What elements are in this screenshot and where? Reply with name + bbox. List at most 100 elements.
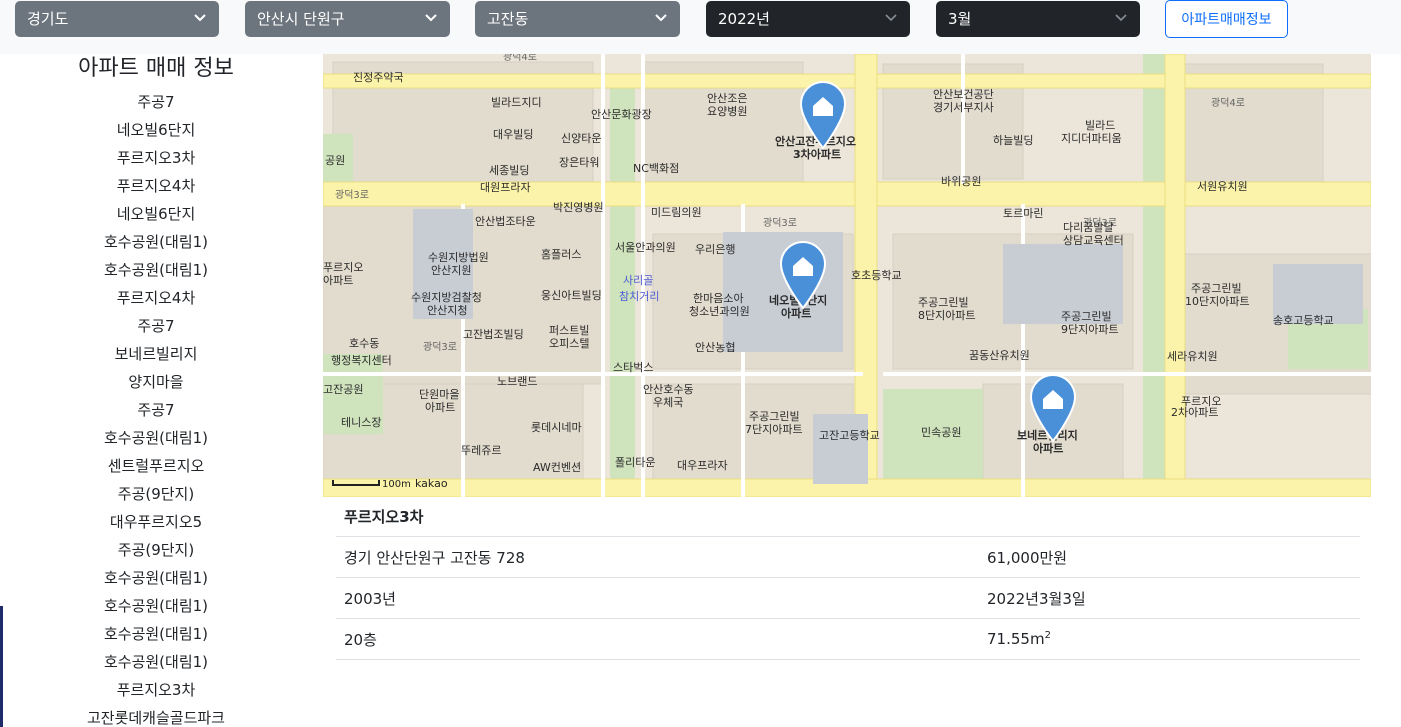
list-item[interactable]: 주공(9단지) xyxy=(0,539,312,567)
svg-text:빌라드지디: 빌라드지디 xyxy=(491,96,542,109)
svg-text:아파트: 아파트 xyxy=(781,306,811,320)
svg-text:한마음소아: 한마음소아 xyxy=(693,292,744,305)
month-select[interactable]: 3월 xyxy=(936,1,1140,37)
svg-text:꿈동산유치원: 꿈동산유치원 xyxy=(969,349,1030,362)
svg-text:송호고등학교: 송호고등학교 xyxy=(1273,314,1334,327)
svg-text:상담교육센터: 상담교육센터 xyxy=(1063,234,1124,247)
list-item[interactable]: 호수공원(대림1) xyxy=(0,595,312,623)
list-item[interactable]: 주공7 xyxy=(0,399,312,427)
svg-text:홈플러스: 홈플러스 xyxy=(541,247,581,261)
apartment-built-year: 2003년 xyxy=(344,589,396,608)
list-item[interactable]: 주공7 xyxy=(0,315,312,343)
svg-text:스타벅스: 스타벅스 xyxy=(613,361,653,374)
province-select[interactable]: 경기도 xyxy=(15,1,219,37)
svg-text:고잔공원: 고잔공원 xyxy=(323,383,363,396)
svg-text:아파트: 아파트 xyxy=(323,274,353,287)
svg-text:수원지방검찰청: 수원지방검찰청 xyxy=(411,291,482,304)
svg-text:테니스장: 테니스장 xyxy=(341,416,381,429)
list-item[interactable]: 센트럴푸르지오 xyxy=(0,455,312,483)
district-select-value: 안산시 단원구 xyxy=(257,10,345,28)
svg-text:행정복지센터: 행정복지센터 xyxy=(331,354,392,367)
chevron-down-icon xyxy=(194,14,206,22)
list-item[interactable]: 주공(9단지) xyxy=(0,483,312,511)
svg-text:지디더파티움: 지디더파티움 xyxy=(1061,132,1122,145)
svg-text:공원: 공원 xyxy=(325,154,345,167)
chevron-down-icon xyxy=(1115,14,1127,22)
svg-text:2차아파트: 2차아파트 xyxy=(1171,406,1218,419)
list-item[interactable]: 호수공원(대림1) xyxy=(0,623,312,651)
svg-text:9단지아파트: 9단지아파트 xyxy=(1061,323,1119,336)
list-item[interactable]: 호수공원(대림1) xyxy=(0,427,312,455)
svg-text:대우프라자: 대우프라자 xyxy=(677,459,728,472)
list-item[interactable]: 호수공원(대림1) xyxy=(0,567,312,595)
svg-text:노브랜드: 노브랜드 xyxy=(497,375,537,388)
svg-text:퍼스트빌: 퍼스트빌 xyxy=(549,324,589,337)
left-edge-accent xyxy=(0,606,3,727)
svg-text:호초등학교: 호초등학교 xyxy=(851,269,902,282)
svg-text:대원프라자: 대원프라자 xyxy=(480,181,531,194)
road-label: 광덕3로 xyxy=(335,189,369,201)
table-row: 경기 안산단원구 고잔동 728 61,000만원 xyxy=(336,537,1360,578)
svg-text:바위공원: 바위공원 xyxy=(941,175,981,188)
table-row: 푸르지오3차 xyxy=(336,497,1360,537)
list-item[interactable]: 푸르지오3차 xyxy=(0,679,312,707)
list-item[interactable]: 보네르빌리지 xyxy=(0,343,312,371)
province-select-value: 경기도 xyxy=(27,10,69,28)
svg-text:미드림의원: 미드림의원 xyxy=(651,206,702,219)
list-item[interactable]: 양지마을 xyxy=(0,371,312,399)
svg-text:사리골: 사리골 xyxy=(623,274,653,287)
list-item[interactable]: 푸르지오4차 xyxy=(0,175,312,203)
svg-text:세종빌딩: 세종빌딩 xyxy=(489,164,529,177)
apartment-price: 61,000만원 xyxy=(987,548,1068,567)
dong-select[interactable]: 고잔동 xyxy=(475,1,680,37)
svg-text:뚜레쥬르: 뚜레쥬르 xyxy=(461,444,501,457)
svg-text:신양타운: 신양타운 xyxy=(561,132,601,145)
svg-text:폴리타운: 폴리타운 xyxy=(615,456,655,469)
area-unit-superscript: 2 xyxy=(1044,630,1051,641)
svg-text:청소년과의원: 청소년과의원 xyxy=(689,305,750,318)
list-item[interactable]: 네오빌6단지 xyxy=(0,203,312,231)
apartment-address: 경기 안산단원구 고잔동 728 xyxy=(344,548,525,567)
road-label: 광덕4로 xyxy=(1211,97,1245,109)
svg-text:주공그린빌: 주공그린빌 xyxy=(1061,310,1112,323)
svg-text:푸르지오: 푸르지오 xyxy=(323,261,363,274)
list-item[interactable]: 주공7 xyxy=(0,91,312,119)
svg-text:다리꿈발달: 다리꿈발달 xyxy=(1063,221,1114,234)
svg-text:주공그린빌: 주공그린빌 xyxy=(749,410,800,423)
road-label: 광덕4로 xyxy=(503,54,537,63)
svg-text:단원마을: 단원마을 xyxy=(419,388,459,401)
svg-text:3차아파트: 3차아파트 xyxy=(793,147,841,161)
list-item[interactable]: 고잔롯데캐슬골드파크 xyxy=(0,707,312,727)
svg-text:요양병원: 요양병원 xyxy=(707,105,747,118)
apartment-area-cell: 71.55m2 xyxy=(979,630,1051,648)
svg-text:100m: 100m xyxy=(382,479,411,490)
road-label: 광덕3로 xyxy=(423,341,457,353)
svg-text:세라유치원: 세라유치원 xyxy=(1167,350,1218,363)
svg-text:안산법조타운: 안산법조타운 xyxy=(475,215,536,228)
svg-text:8단지아파트: 8단지아파트 xyxy=(918,309,976,322)
svg-text:아파트: 아파트 xyxy=(425,401,455,414)
list-item[interactable]: 네오빌6단지 xyxy=(0,119,312,147)
map-canvas[interactable]: 광덕4로 광덕3로 광덕3로 광덕4로 광덕3로 광덕3로 진정주약국 빌라드지… xyxy=(323,54,1371,497)
list-item[interactable]: 푸르지오3차 xyxy=(0,147,312,175)
svg-text:진정주약국: 진정주약국 xyxy=(353,70,404,84)
svg-text:오피스텔: 오피스텔 xyxy=(549,337,589,350)
list-item[interactable]: 푸르지오4차 xyxy=(0,287,312,315)
svg-text:안산보건공단: 안산보건공단 xyxy=(933,88,994,101)
list-item[interactable]: 호수공원(대림1) xyxy=(0,259,312,287)
apartment-name: 푸르지오3차 xyxy=(344,508,424,526)
district-select[interactable]: 안산시 단원구 xyxy=(245,1,450,37)
list-item[interactable]: 호수공원(대림1) xyxy=(0,231,312,259)
svg-text:수원지방법원: 수원지방법원 xyxy=(428,251,489,264)
chevron-down-icon xyxy=(425,14,437,22)
map-view[interactable]: 광덕4로 광덕3로 광덕3로 광덕4로 광덕3로 광덕3로 진정주약국 빌라드지… xyxy=(323,54,1371,497)
apartment-info-button[interactable]: 아파트매매정보 xyxy=(1165,0,1288,38)
month-select-value: 3월 xyxy=(948,10,972,28)
svg-text:서원유치원: 서원유치원 xyxy=(1197,180,1248,193)
list-item[interactable]: 호수공원(대림1) xyxy=(0,651,312,679)
filter-bar: 경기도 안산시 단원구 고잔동 2022년 3월 아파트매매정보 xyxy=(0,0,1401,54)
list-item[interactable]: 대우푸르지오5 xyxy=(0,511,312,539)
svg-text:kakao: kakao xyxy=(415,477,448,490)
svg-text:토르마린: 토르마린 xyxy=(1003,207,1043,220)
year-select[interactable]: 2022년 xyxy=(706,1,910,37)
